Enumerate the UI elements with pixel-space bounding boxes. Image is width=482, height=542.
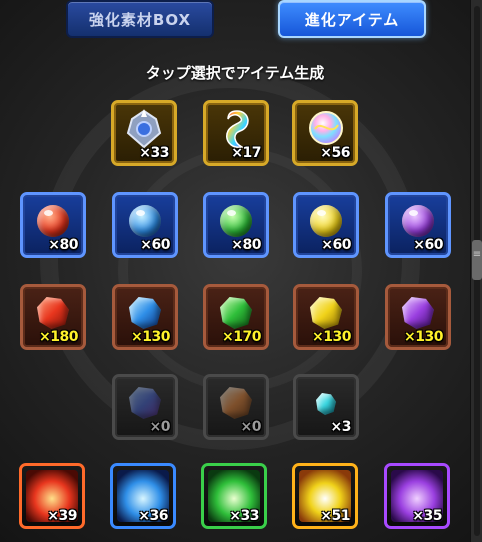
item-count: ×80 (231, 237, 261, 253)
item-count: ×33 (139, 145, 169, 161)
item-orange-stone[interactable]: ×0 (203, 374, 269, 440)
tab-bar: 強化素材BOX 進化アイテム (0, 0, 470, 50)
item-count: ×36 (138, 508, 168, 524)
item-light-statue[interactable]: ×51 (292, 463, 358, 529)
item-count: ×130 (131, 329, 170, 345)
item-fire-statue[interactable]: ×39 (19, 463, 85, 529)
item-count: ×39 (47, 508, 77, 524)
item-count: ×130 (312, 329, 351, 345)
item-count: ×56 (320, 145, 350, 161)
subtitle: タップ選択でアイテム生成 (145, 64, 325, 82)
item-count: ×130 (404, 329, 443, 345)
item-purple-stone[interactable]: ×130 (385, 284, 451, 350)
green-stone-icon (220, 297, 252, 329)
item-count: ×60 (413, 237, 443, 253)
item-count: ×80 (48, 237, 78, 253)
purple-orb-icon (402, 205, 434, 237)
item-count: ×0 (240, 419, 262, 435)
item-crystal-emblem[interactable]: ×33 (111, 100, 177, 166)
item-count: ×35 (412, 508, 442, 524)
crystal-emblem-icon (126, 109, 162, 149)
item-yellow-stone[interactable]: ×130 (293, 284, 359, 350)
scrollbar[interactable] (470, 0, 482, 542)
item-count: ×180 (39, 329, 78, 345)
green-orb-icon (220, 205, 252, 237)
item-count: ×51 (320, 508, 350, 524)
rainbow-orb-icon (309, 111, 343, 145)
blue-stone-icon (129, 297, 161, 329)
item-count: ×33 (229, 508, 259, 524)
yellow-orb-icon (310, 205, 342, 237)
tab-enhance-box[interactable]: 強化素材BOX (66, 0, 214, 38)
item-count: ×170 (222, 329, 261, 345)
item-cyan-crystal[interactable]: ×3 (293, 374, 359, 440)
item-wood-statue[interactable]: ×33 (201, 463, 267, 529)
item-blue-orb[interactable]: ×60 (112, 192, 178, 258)
red-stone-icon (37, 297, 69, 329)
item-blue-purple-stone[interactable]: ×0 (112, 374, 178, 440)
cyan-crystal-icon (316, 393, 336, 415)
item-red-orb[interactable]: ×80 (20, 192, 86, 258)
item-count: ×17 (231, 145, 261, 161)
item-count: ×0 (149, 419, 171, 435)
item-dark-statue[interactable]: ×35 (384, 463, 450, 529)
blue-purple-stone-icon (129, 387, 161, 419)
item-green-orb[interactable]: ×80 (203, 192, 269, 258)
item-count: ×60 (321, 237, 351, 253)
item-rainbow-orb[interactable]: ×56 (292, 100, 358, 166)
item-count: ×60 (140, 237, 170, 253)
tab-evolution-items[interactable]: 進化アイテム (278, 0, 426, 38)
item-green-stone[interactable]: ×170 (203, 284, 269, 350)
orange-stone-icon (220, 387, 252, 419)
purple-stone-icon (402, 297, 434, 329)
item-red-stone[interactable]: ×180 (20, 284, 86, 350)
item-rainbow-swirl[interactable]: ×17 (203, 100, 269, 166)
item-yellow-orb[interactable]: ×60 (293, 192, 359, 258)
item-count: ×3 (330, 419, 352, 435)
yellow-stone-icon (310, 297, 342, 329)
red-orb-icon (37, 205, 69, 237)
blue-orb-icon (129, 205, 161, 237)
scroll-thumb[interactable] (472, 240, 482, 280)
item-purple-orb[interactable]: ×60 (385, 192, 451, 258)
item-blue-stone[interactable]: ×130 (112, 284, 178, 350)
item-water-statue[interactable]: ×36 (110, 463, 176, 529)
